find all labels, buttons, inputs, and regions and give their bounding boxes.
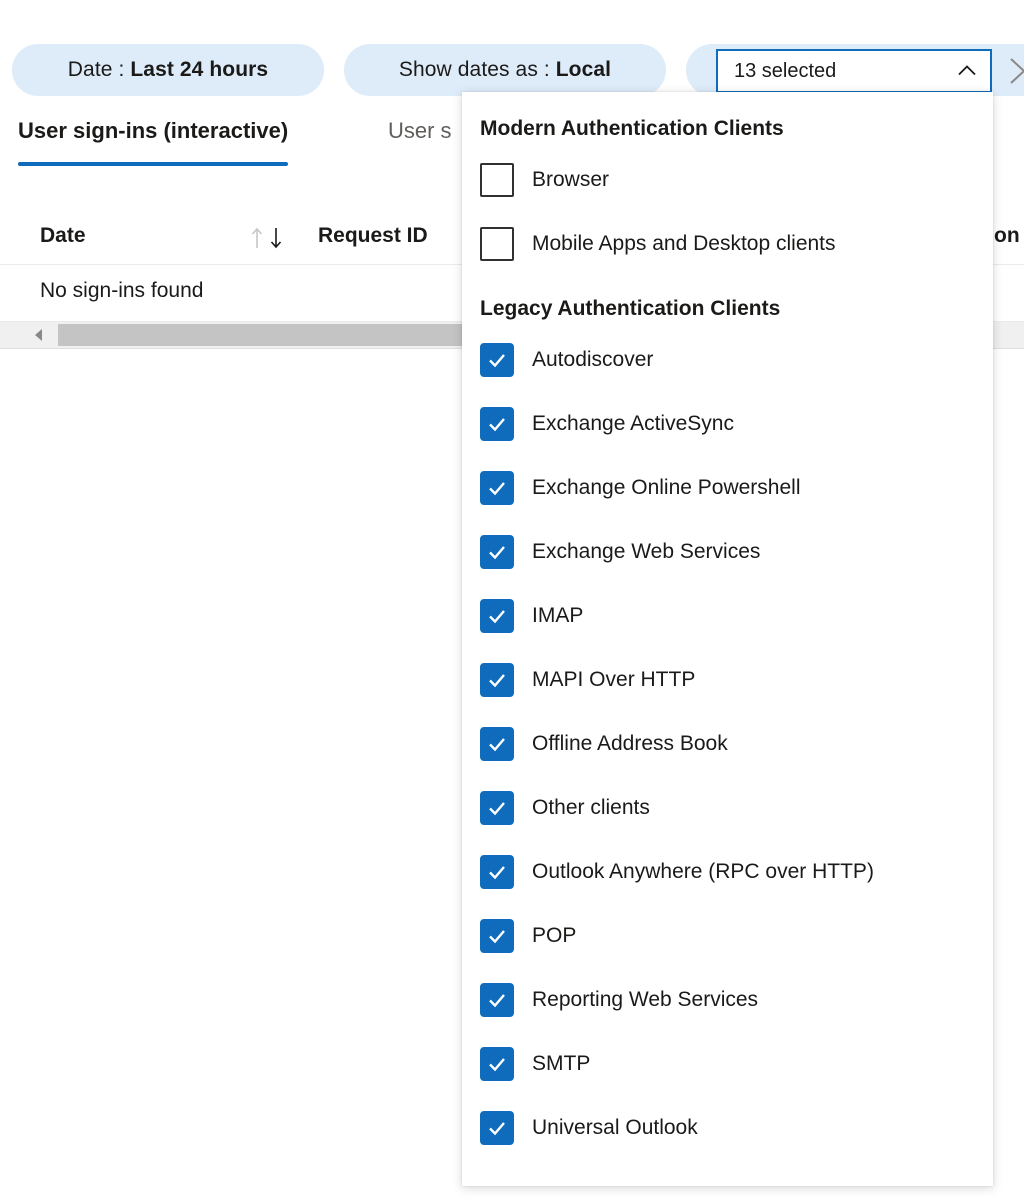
dropdown-option-reporting-web-services-label: Reporting Web Services [532,988,758,1012]
checkbox-checked-icon[interactable] [480,343,514,377]
dropdown-option-pop[interactable]: POP [462,904,993,968]
dropdown-option-autodiscover-label: Autodiscover [532,348,653,372]
dropdown-option-reporting-web-services[interactable]: Reporting Web Services [462,968,993,1032]
dropdown-option-mapi-over-http[interactable]: MAPI Over HTTP [462,648,993,712]
dropdown-option-mobile-apps-and-desktop-clients-label: Mobile Apps and Desktop clients [532,232,836,256]
filter-pill-timezone-label: Show dates as : [399,58,550,81]
filter-pill-timezone-text: Show dates as : Local [399,58,611,82]
filter-pill-timezone[interactable]: Show dates as : Local [344,44,666,96]
filter-pill-date-label: Date : [68,58,125,81]
filter-pill-timezone-value: Local [556,58,611,81]
filter-pill-date-text: Date : Last 24 hours [68,58,268,82]
checkbox-checked-icon[interactable] [480,791,514,825]
chevron-right-icon[interactable] [1002,54,1024,88]
dropdown-option-other-clients[interactable]: Other clients [462,776,993,840]
checkbox-checked-icon[interactable] [480,535,514,569]
dropdown-option-offline-address-book[interactable]: Offline Address Book [462,712,993,776]
dropdown-option-mobile-apps-and-desktop-clients[interactable]: Mobile Apps and Desktop clients [462,212,993,276]
dropdown-option-offline-address-book-label: Offline Address Book [532,732,728,756]
dropdown-option-universal-outlook-label: Universal Outlook [532,1116,698,1140]
dropdown-option-exchange-online-powershell[interactable]: Exchange Online Powershell [462,456,993,520]
tab-user-signins-interactive-label: User sign-ins (interactive) [18,118,288,143]
dropdown-option-exchange-web-services-label: Exchange Web Services [532,540,760,564]
caret-right-icon[interactable] [990,322,1024,348]
checkbox-checked-icon[interactable] [480,919,514,953]
dropdown-option-browser-label: Browser [532,168,609,192]
checkbox-checked-icon[interactable] [480,407,514,441]
checkbox-checked-icon[interactable] [480,663,514,697]
empty-state-message: No sign-ins found [40,279,203,303]
dropdown-option-smtp[interactable]: SMTP [462,1032,993,1096]
caret-left-icon[interactable] [22,322,56,348]
client-app-dropdown-panel: Modern Authentication Clients Browser Mo… [462,92,993,1186]
dropdown-option-other-clients-label: Other clients [532,796,650,820]
dropdown-option-exchange-activesync[interactable]: Exchange ActiveSync [462,392,993,456]
dropdown-option-exchange-activesync-label: Exchange ActiveSync [532,412,734,436]
dropdown-option-mapi-over-http-label: MAPI Over HTTP [532,668,695,692]
tab-active-underline [18,162,288,166]
chevron-up-icon[interactable] [954,58,980,84]
column-header-request-id[interactable]: Request ID [318,224,428,248]
dropdown-option-outlook-anywhere-label: Outlook Anywhere (RPC over HTTP) [532,860,874,884]
checkbox-checked-icon[interactable] [480,983,514,1017]
filter-pill-date-value: Last 24 hours [130,58,268,81]
checkbox-checked-icon[interactable] [480,599,514,633]
checkbox-checked-icon[interactable] [480,727,514,761]
client-app-combobox[interactable]: 13 selected [716,49,992,93]
checkbox-unchecked-icon[interactable] [480,163,514,197]
dropdown-option-imap-label: IMAP [532,604,583,628]
checkbox-checked-icon[interactable] [480,855,514,889]
column-header-date[interactable]: Date [40,224,86,248]
checkbox-checked-icon[interactable] [480,1047,514,1081]
dropdown-option-browser[interactable]: Browser [462,148,993,212]
sort-descending-icon[interactable] [248,224,290,252]
dropdown-option-outlook-anywhere[interactable]: Outlook Anywhere (RPC over HTTP) [462,840,993,904]
dropdown-option-exchange-web-services[interactable]: Exchange Web Services [462,520,993,584]
group-heading-modern-authentication: Modern Authentication Clients [462,110,993,148]
tab-user-signins-non-interactive[interactable]: User s [388,118,452,170]
checkbox-unchecked-icon[interactable] [480,227,514,261]
dropdown-option-pop-label: POP [532,924,576,948]
group-heading-legacy-authentication: Legacy Authentication Clients [462,290,993,328]
tab-user-signins-interactive[interactable]: User sign-ins (interactive) [18,118,288,170]
client-app-combobox-value: 13 selected [734,60,954,83]
column-header-location[interactable]: on [994,224,1020,248]
dropdown-option-imap[interactable]: IMAP [462,584,993,648]
filter-pill-date[interactable]: Date : Last 24 hours [12,44,324,96]
dropdown-option-exchange-online-powershell-label: Exchange Online Powershell [532,476,801,500]
dropdown-option-universal-outlook[interactable]: Universal Outlook [462,1096,993,1160]
dropdown-option-autodiscover[interactable]: Autodiscover [462,328,993,392]
dropdown-option-smtp-label: SMTP [532,1052,590,1076]
checkbox-checked-icon[interactable] [480,471,514,505]
tab-user-signins-non-interactive-label: User s [388,118,452,143]
checkbox-checked-icon[interactable] [480,1111,514,1145]
